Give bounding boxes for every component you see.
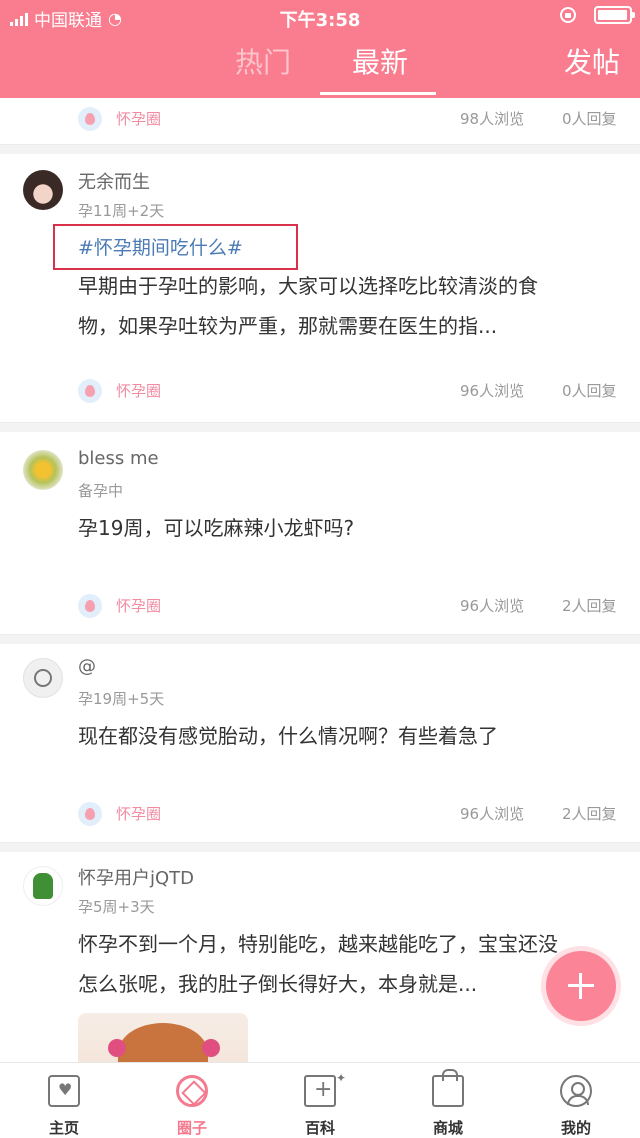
username[interactable]: 无余而生 — [78, 168, 150, 194]
nav-item-wiki[interactable]: 百科 — [256, 1063, 384, 1138]
smiley-icon — [34, 669, 52, 687]
pregnancy-stage: 孕11周+2天 — [78, 202, 165, 220]
nav-item-me[interactable]: 我的 — [512, 1063, 640, 1138]
battery-fill — [598, 10, 627, 20]
home-icon — [48, 1075, 80, 1107]
nav-label: 我的 — [560, 1119, 591, 1137]
post-meta-row: 怀孕圈 96人浏览 2人回复 — [0, 794, 640, 834]
frog-avatar-icon — [33, 873, 53, 899]
post-meta-row: 怀孕圈 98人浏览 0人回复 — [0, 99, 640, 139]
avatar[interactable] — [23, 170, 63, 210]
app-screen: 中国联通 ◔ 下午3:58 热门 最新 发帖 怀孕圈 98人浏览 0人回复 无余… — [0, 0, 640, 1138]
pregnancy-stage: 孕19周+5天 — [78, 690, 165, 708]
bottom-nav: 主页 圈子 百科 商城 我的 — [0, 1062, 640, 1138]
nav-item-home[interactable]: 主页 — [0, 1063, 128, 1138]
post-divider — [0, 634, 640, 644]
topic-tag[interactable]: #怀孕期间吃什么# — [78, 233, 243, 260]
profile-icon — [560, 1075, 592, 1107]
reply-count: 2人回复 — [562, 805, 617, 823]
reply-count: 0人回复 — [562, 110, 617, 128]
create-post-fab[interactable] — [546, 951, 616, 1021]
username[interactable]: bless me — [78, 448, 159, 469]
post-text-line: 早期由于孕吐的影响，大家可以选择吃比较清淡的食 — [78, 274, 538, 298]
post-text-line: 孕19周，可以吃麻辣小龙虾吗? — [78, 516, 355, 540]
username[interactable]: @ — [78, 656, 96, 677]
pregnancy-stage: 备孕中 — [78, 482, 124, 500]
avatar[interactable] — [23, 658, 63, 698]
post-meta-row: 怀孕圈 96人浏览 2人回复 — [0, 586, 640, 626]
avatar[interactable] — [23, 866, 63, 906]
post-feed[interactable]: 怀孕圈 98人浏览 0人回复 无余而生 孕11周+2天 #怀孕期间吃什么# 早期… — [0, 98, 640, 1062]
shopping-bag-icon — [432, 1069, 464, 1107]
post-text-line: 现在都没有感觉胎动，什么情况啊？有些着急了 — [78, 724, 498, 748]
circle-link[interactable]: 怀孕圈 — [116, 380, 161, 401]
rotation-lock-icon — [560, 7, 576, 23]
circle-link[interactable]: 怀孕圈 — [116, 803, 161, 824]
post-text-line: 怀孕不到一个月，特别能吃，越来越能吃了，宝宝还没 — [78, 932, 558, 956]
plus-icon-stem — [579, 973, 582, 999]
status-right — [560, 6, 635, 24]
image-bow — [202, 1039, 220, 1057]
circle-icon — [176, 1075, 208, 1107]
nav-label: 商城 — [432, 1119, 463, 1137]
post-text-line: 物，如果孕吐较为严重，那就需要在医生的指... — [78, 314, 498, 338]
tab-latest[interactable]: 最新 — [352, 46, 408, 80]
nav-label: 主页 — [48, 1119, 79, 1137]
wiki-icon — [304, 1071, 346, 1107]
reply-count: 2人回复 — [562, 597, 617, 615]
post-text-line: 怎么张呢，我的肚子倒长得好大，本身就是... — [78, 972, 478, 996]
circle-link[interactable]: 怀孕圈 — [116, 108, 161, 129]
image-hair — [118, 1023, 208, 1062]
circle-icon — [78, 802, 102, 826]
image-bow — [108, 1039, 126, 1057]
circle-link[interactable]: 怀孕圈 — [116, 595, 161, 616]
nav-item-circle[interactable]: 圈子 — [128, 1063, 256, 1138]
nav-label: 百科 — [304, 1119, 335, 1137]
post-divider — [0, 842, 640, 852]
new-post-button[interactable]: 发帖 — [564, 46, 620, 80]
post-image[interactable] — [78, 1013, 248, 1062]
battery-icon — [594, 6, 635, 24]
view-count: 96人浏览 — [460, 382, 525, 400]
circle-icon — [78, 107, 102, 131]
nav-item-mall[interactable]: 商城 — [384, 1063, 512, 1138]
post-divider — [0, 144, 640, 154]
pregnancy-stage: 孕5周+3天 — [78, 898, 155, 916]
reply-count: 0人回复 — [562, 382, 617, 400]
tab-hot[interactable]: 热门 — [235, 46, 291, 80]
view-count: 96人浏览 — [460, 597, 525, 615]
status-time: 下午3:58 — [279, 10, 361, 31]
active-tab-indicator — [320, 92, 436, 95]
circle-icon — [78, 594, 102, 618]
circle-icon — [78, 379, 102, 403]
post-divider — [0, 422, 640, 432]
nav-label: 圈子 — [176, 1119, 207, 1137]
avatar[interactable] — [23, 450, 63, 490]
view-count: 98人浏览 — [460, 110, 525, 128]
post-meta-row: 怀孕圈 96人浏览 0人回复 — [0, 371, 640, 411]
status-bar: 中国联通 ◔ 下午3:58 — [0, 0, 640, 34]
tab-bar: 热门 最新 发帖 — [0, 34, 640, 98]
header: 中国联通 ◔ 下午3:58 热门 最新 发帖 — [0, 0, 640, 98]
username[interactable]: 怀孕用户jQTD — [78, 864, 194, 890]
view-count: 96人浏览 — [460, 805, 525, 823]
